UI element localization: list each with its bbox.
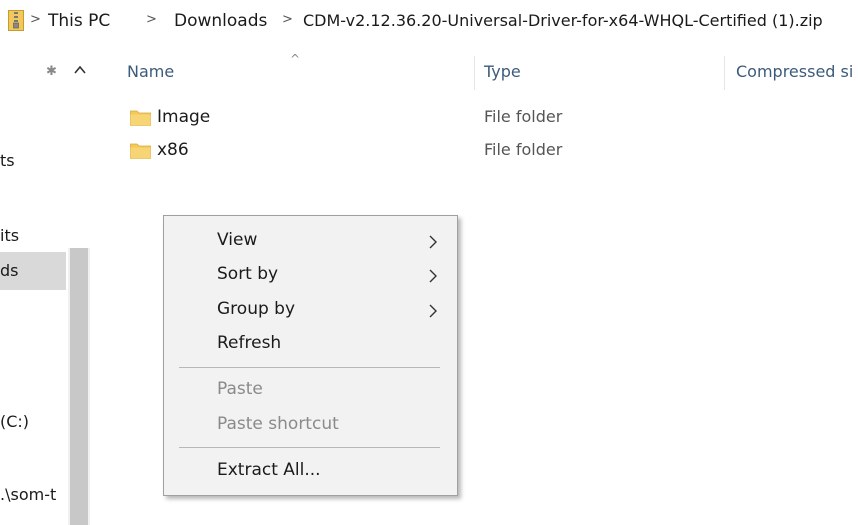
breadcrumb-this-pc[interactable]: This PC	[48, 11, 110, 31]
breadcrumb-chevron-icon[interactable]: >	[146, 12, 157, 27]
list-item[interactable]: x86 File folder	[125, 138, 705, 164]
column-divider[interactable]	[724, 56, 725, 90]
menu-item-refresh[interactable]: Refresh	[164, 327, 457, 361]
chevron-right-icon	[429, 235, 437, 249]
menu-item-paste: Paste	[217, 379, 263, 399]
file-name: Image	[157, 107, 211, 127]
nav-item-downloads[interactable]: ds	[0, 252, 66, 290]
menu-item-view[interactable]: View	[164, 224, 457, 258]
pin-icon[interactable]: ✱	[46, 64, 57, 79]
nav-item-drive-c[interactable]: (C:)	[0, 410, 66, 436]
context-menu: View Sort by Group by Refresh Paste Past…	[163, 215, 458, 496]
breadcrumb-chevron-icon[interactable]: >	[30, 12, 41, 27]
menu-item-group-by[interactable]: Group by	[164, 293, 457, 327]
column-divider[interactable]	[474, 56, 475, 90]
nav-item[interactable]: its	[0, 224, 66, 250]
file-type: File folder	[484, 140, 563, 159]
menu-item-extract-all[interactable]: Extract All...	[164, 454, 457, 488]
folder-icon	[130, 143, 151, 159]
chevron-right-icon	[429, 304, 437, 318]
nav-item[interactable]: .\som-t	[0, 483, 66, 509]
menu-separator	[179, 367, 440, 368]
file-type: File folder	[484, 107, 563, 126]
menu-item-sort-by[interactable]: Sort by	[164, 258, 457, 292]
file-name: x86	[157, 140, 189, 160]
column-header-name[interactable]: Name	[127, 62, 174, 98]
scroll-up-icon[interactable]	[72, 62, 88, 78]
menu-separator	[179, 447, 440, 448]
menu-item-paste-shortcut: Paste shortcut	[217, 414, 339, 434]
list-item[interactable]: Image File folder	[125, 105, 705, 131]
column-header-type[interactable]: Type	[484, 62, 521, 98]
folder-icon	[130, 110, 151, 126]
breadcrumb-zip-file[interactable]: CDM-v2.12.36.20-Universal-Driver-for-x64…	[303, 11, 823, 30]
nav-item[interactable]: ts	[0, 149, 66, 175]
nav-scrollbar-thumb[interactable]	[70, 248, 88, 525]
breadcrumb-chevron-icon[interactable]: >	[282, 12, 293, 27]
chevron-right-icon	[429, 269, 437, 283]
address-bar[interactable]: > This PC > Downloads > CDM-v2.12.36.20-…	[0, 0, 858, 44]
zip-folder-icon	[8, 10, 24, 31]
column-header-compressed-size[interactable]: Compressed si	[736, 62, 853, 98]
sort-ascending-icon: ^	[290, 52, 301, 66]
breadcrumb-downloads[interactable]: Downloads	[174, 11, 267, 31]
